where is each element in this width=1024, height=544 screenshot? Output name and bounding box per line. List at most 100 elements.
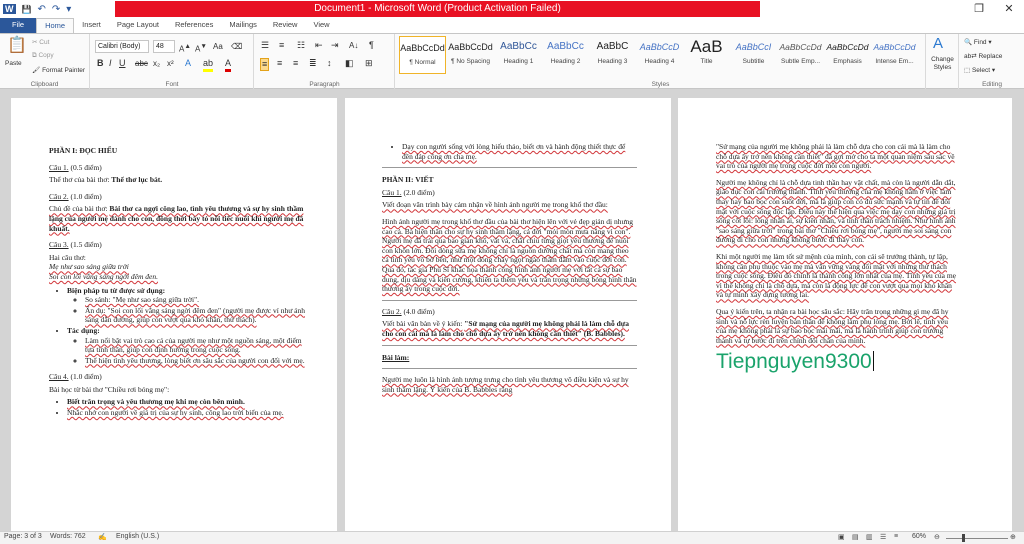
font-size-box[interactable]: 48 bbox=[153, 40, 175, 53]
style-no-spacing[interactable]: AaBbCcDd ¶ No Spacing bbox=[447, 36, 494, 74]
proofing-icon[interactable]: ✍ bbox=[98, 533, 107, 541]
font-color-icon[interactable]: A bbox=[225, 58, 232, 72]
paste-icon[interactable]: 📋 bbox=[7, 37, 27, 55]
bold-icon[interactable]: B bbox=[97, 58, 104, 69]
typed-text[interactable]: Tiepnguyen9300 bbox=[716, 349, 960, 375]
undo-icon[interactable]: ↶ bbox=[37, 4, 45, 15]
shrink-font-icon[interactable]: A▼ bbox=[195, 41, 207, 55]
zoom-level[interactable]: 60% bbox=[912, 533, 926, 540]
bullets-icon[interactable]: ☰ bbox=[261, 40, 269, 51]
view-full-screen-icon[interactable]: ▤ bbox=[852, 533, 859, 541]
align-center-icon[interactable]: ≡ bbox=[277, 58, 282, 69]
superscript-icon[interactable]: x² bbox=[167, 58, 174, 69]
select-button[interactable]: ⬚ Select ▾ bbox=[964, 66, 995, 74]
justify-icon[interactable]: ≣ bbox=[309, 58, 317, 69]
tab-view[interactable]: View bbox=[305, 18, 337, 33]
zoom-slider[interactable] bbox=[946, 538, 1008, 539]
style-name: Intense Em... bbox=[875, 58, 914, 65]
save-icon[interactable]: 💾 bbox=[22, 5, 32, 14]
c1-heading: Câu 1. (2.0 điểm) bbox=[382, 187, 435, 197]
grow-font-icon[interactable]: A▲ bbox=[179, 41, 191, 55]
clear-format-icon[interactable]: ⌫ bbox=[231, 41, 242, 52]
align-right-icon[interactable]: ≡ bbox=[293, 58, 298, 69]
redo-icon[interactable]: ↷ bbox=[52, 4, 60, 15]
change-styles-button[interactable]: Change Styles bbox=[927, 56, 958, 72]
style-preview: AaBbCcDd bbox=[400, 43, 445, 53]
pilcrow-icon[interactable]: ¶ bbox=[369, 40, 374, 51]
style-subtle-emphasis[interactable]: AaBbCcDd Subtle Emp... bbox=[777, 36, 824, 74]
change-case-icon[interactable]: Aa bbox=[213, 41, 223, 52]
replace-button[interactable]: ab⇄ Replace bbox=[964, 52, 1002, 60]
style-intense-emphasis[interactable]: AaBbCcDd Intense Em... bbox=[871, 36, 918, 74]
restore-icon[interactable]: ❐ bbox=[964, 0, 994, 18]
decrease-indent-icon[interactable]: ⇤ bbox=[315, 40, 323, 51]
styles-group-label: Styles bbox=[651, 81, 670, 88]
view-draft-icon[interactable]: ≡ bbox=[894, 533, 898, 540]
sort-icon[interactable]: A↓ bbox=[349, 40, 358, 51]
numbering-icon[interactable]: ≡ bbox=[279, 40, 284, 51]
style-heading-4[interactable]: AaBbCcD Heading 4 bbox=[636, 36, 683, 74]
view-outline-icon[interactable]: ☰ bbox=[880, 533, 886, 541]
tab-mailings[interactable]: Mailings bbox=[221, 18, 265, 33]
q4-prompt: Bài học từ bài thơ "Chiều rơi bóng mẹ": bbox=[49, 384, 170, 394]
style-name: Heading 4 bbox=[644, 58, 675, 65]
style-heading-1[interactable]: AaBbCc Heading 1 bbox=[495, 36, 542, 74]
zoom-slider-thumb[interactable] bbox=[962, 534, 966, 542]
p2-top-list: Dạy con người sống với lòng hiếu thảo, b… bbox=[402, 142, 637, 161]
format-painter-button[interactable]: 🖌 Format Painter bbox=[32, 66, 85, 74]
page-2[interactable]: Dạy con người sống với lòng hiếu thảo, b… bbox=[345, 98, 671, 531]
tab-insert[interactable]: Insert bbox=[74, 18, 109, 33]
line-spacing-icon[interactable]: ↕ bbox=[327, 58, 332, 69]
strikethrough-icon[interactable]: abc bbox=[135, 58, 148, 69]
paste-button[interactable]: Paste bbox=[5, 60, 22, 67]
align-left-icon[interactable]: ≡ bbox=[260, 58, 270, 71]
increase-indent-icon[interactable]: ⇥ bbox=[331, 40, 339, 51]
tab-home[interactable]: Home bbox=[36, 18, 75, 33]
style-heading-2[interactable]: AaBbCc Heading 2 bbox=[542, 36, 589, 74]
underline-icon[interactable]: U bbox=[119, 58, 126, 69]
q3-heading: Câu 3. (1.5 điểm) bbox=[49, 240, 102, 250]
style-subtitle[interactable]: AaBbCcI Subtitle bbox=[730, 36, 777, 74]
font-name-box[interactable]: Calibri (Body) bbox=[95, 40, 149, 53]
tab-references[interactable]: References bbox=[167, 18, 221, 33]
heading-viet: PHẦN II: VIẾT bbox=[382, 175, 434, 185]
page-count[interactable]: Page: 3 of 3 bbox=[4, 533, 42, 540]
change-styles-icon[interactable]: A bbox=[933, 36, 943, 52]
q3-prompt: Hai câu thơ: bbox=[49, 252, 86, 262]
view-web-layout-icon[interactable]: ▥ bbox=[866, 533, 873, 541]
c1-prompt: Viết đoạn văn trình bày cảm nhận về hình… bbox=[382, 200, 608, 210]
zoom-in-icon[interactable]: ⊕ bbox=[1010, 533, 1016, 541]
style-emphasis[interactable]: AaBbCcDd Emphasis bbox=[824, 36, 871, 74]
c2-heading: Câu 2. (4.0 điểm) bbox=[382, 306, 435, 316]
tab-file[interactable]: File bbox=[0, 18, 37, 33]
list-item: Tác dụng: Làm nổi bật vai trò cao cả của… bbox=[67, 326, 307, 365]
borders-icon[interactable]: ⊞ bbox=[365, 58, 373, 69]
style-title[interactable]: AaB Title bbox=[683, 36, 730, 74]
view-print-layout-icon[interactable]: ▣ bbox=[838, 533, 845, 541]
word-count[interactable]: Words: 762 bbox=[50, 533, 86, 540]
cut-button[interactable]: ✂ Cut bbox=[32, 38, 49, 46]
ribbon: 📋 Paste ✂ Cut ⧉ Copy 🖌 Format Painter Cl… bbox=[0, 33, 1024, 89]
style-name: ¶ Normal bbox=[409, 59, 436, 66]
q1-body: Thể thơ của bài thơ: Thể thơ lục bát. bbox=[49, 175, 163, 185]
italic-icon[interactable]: I bbox=[109, 58, 112, 69]
multilevel-list-icon[interactable]: ☷ bbox=[297, 40, 305, 51]
style-normal[interactable]: AaBbCcDd ¶ Normal bbox=[399, 36, 446, 74]
shading-icon[interactable]: ◧ bbox=[345, 58, 354, 69]
language[interactable]: English (U.S.) bbox=[116, 533, 159, 540]
highlight-icon[interactable]: ab bbox=[203, 58, 214, 72]
find-button[interactable]: 🔍 Find ▾ bbox=[964, 38, 992, 46]
close-icon[interactable]: ✕ bbox=[994, 0, 1024, 18]
style-heading-3[interactable]: AaBbC Heading 3 bbox=[589, 36, 636, 74]
page-3[interactable]: "Sứ mạng của người mẹ không phải là làm … bbox=[678, 98, 1012, 531]
page-1[interactable]: PHẦN I: ĐỌC HIỂU Câu 1. (0.5 điểm) Thể t… bbox=[11, 98, 337, 531]
binoculars-icon: 🔍 bbox=[964, 39, 974, 46]
subscript-icon[interactable]: x₂ bbox=[153, 58, 160, 69]
text-effects-icon[interactable]: A bbox=[185, 58, 191, 69]
tab-review[interactable]: Review bbox=[265, 18, 306, 33]
q3-verse-2: Soi con lối vắng sáng ngời đêm đen. bbox=[49, 271, 158, 281]
zoom-out-icon[interactable]: ⊖ bbox=[934, 533, 940, 541]
copy-button[interactable]: ⧉ Copy bbox=[32, 52, 54, 60]
customize-qat-icon[interactable]: ▾ bbox=[66, 4, 71, 15]
tab-page-layout[interactable]: Page Layout bbox=[109, 18, 167, 33]
